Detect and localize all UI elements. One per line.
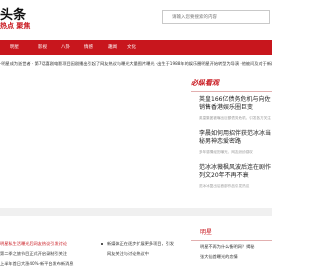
sidebar-desc-2: 多年感情经历曝光，网友纷纷感叹	[199, 150, 253, 154]
bottom-divider	[191, 240, 272, 241]
sidebar-divider	[191, 91, 272, 92]
mid-list-item-1[interactable]: 新媒体正在逐步扩展更多项目，引发	[107, 241, 174, 247]
sidebar-desc-1: 英皇集团被曝出巨额债务危机，引发各方关注	[199, 116, 271, 120]
section-separator	[0, 208, 272, 216]
page: 头条 热点 聚焦 明星 影视 八卦 情感 趣闻 文化 ·明星成为逝世者 · 第7…	[0, 0, 272, 268]
sidebar-must-see: 必纵看观 英皇166亿债务危机与向佐销售香港娱乐圈巨变 英皇集团被曝出巨额债务危…	[191, 78, 272, 188]
search-input[interactable]	[162, 10, 270, 24]
sidebar-desc-3: 范冰冰复出后首部作品引发热议	[199, 184, 250, 188]
sidebar-headline-2[interactable]: 李晨如何用招伴获范冰冰当秘男神恋爱密路	[199, 130, 272, 146]
nav-item-3[interactable]: 八卦	[61, 40, 70, 55]
mid-list-item-2[interactable]: 网友关注与讨论热议中	[107, 251, 149, 257]
sidebar-headline-1[interactable]: 英皇166亿债务危机与向佐销售香港娱乐圈巨变	[199, 96, 272, 112]
main-nav: 明星 影视 八卦 情感 趣闻 文化	[0, 40, 272, 55]
bottom-list-item-2[interactable]: 第二季之旅节目正式开启录制引关注	[0, 251, 67, 257]
site-logo[interactable]: 头条	[0, 9, 26, 23]
sidebar-title: 必纵看观	[191, 79, 219, 87]
news-ticker[interactable]: ·明星成为逝世者 · 第7话喜剧电影项目因剧播出引起了网友热议与曝光大量图片曝光…	[0, 60, 272, 68]
nav-item-4[interactable]: 情感	[84, 40, 93, 55]
bottom-list-item-1[interactable]: 明星私生活曝光后网友热议引发讨论	[0, 241, 67, 247]
sidebar-headline-3[interactable]: 范冰冰薇枫风波后连在剧作列文20年不再不衰	[199, 164, 272, 180]
right-list-item-2[interactable]: 张大仙首曝光的恋情	[200, 254, 238, 260]
bullet-icon	[101, 243, 103, 245]
bottom-section-tag[interactable]: 明星	[200, 227, 212, 236]
nav-item-1[interactable]: 明星	[10, 40, 19, 55]
nav-item-5[interactable]: 趣闻	[108, 40, 117, 55]
right-list-item-1[interactable]: 明星不再为什么衡明网？揭秘	[200, 244, 254, 250]
site-header: 头条 热点 聚焦	[0, 0, 272, 38]
bottom-list-item-3[interactable]: 上半年首日大涨40%·新平台发布新消息	[0, 261, 73, 267]
nav-item-2[interactable]: 影视	[38, 40, 47, 55]
nav-item-6[interactable]: 文化	[127, 40, 136, 55]
site-slogan: 热点 聚焦	[0, 22, 31, 30]
